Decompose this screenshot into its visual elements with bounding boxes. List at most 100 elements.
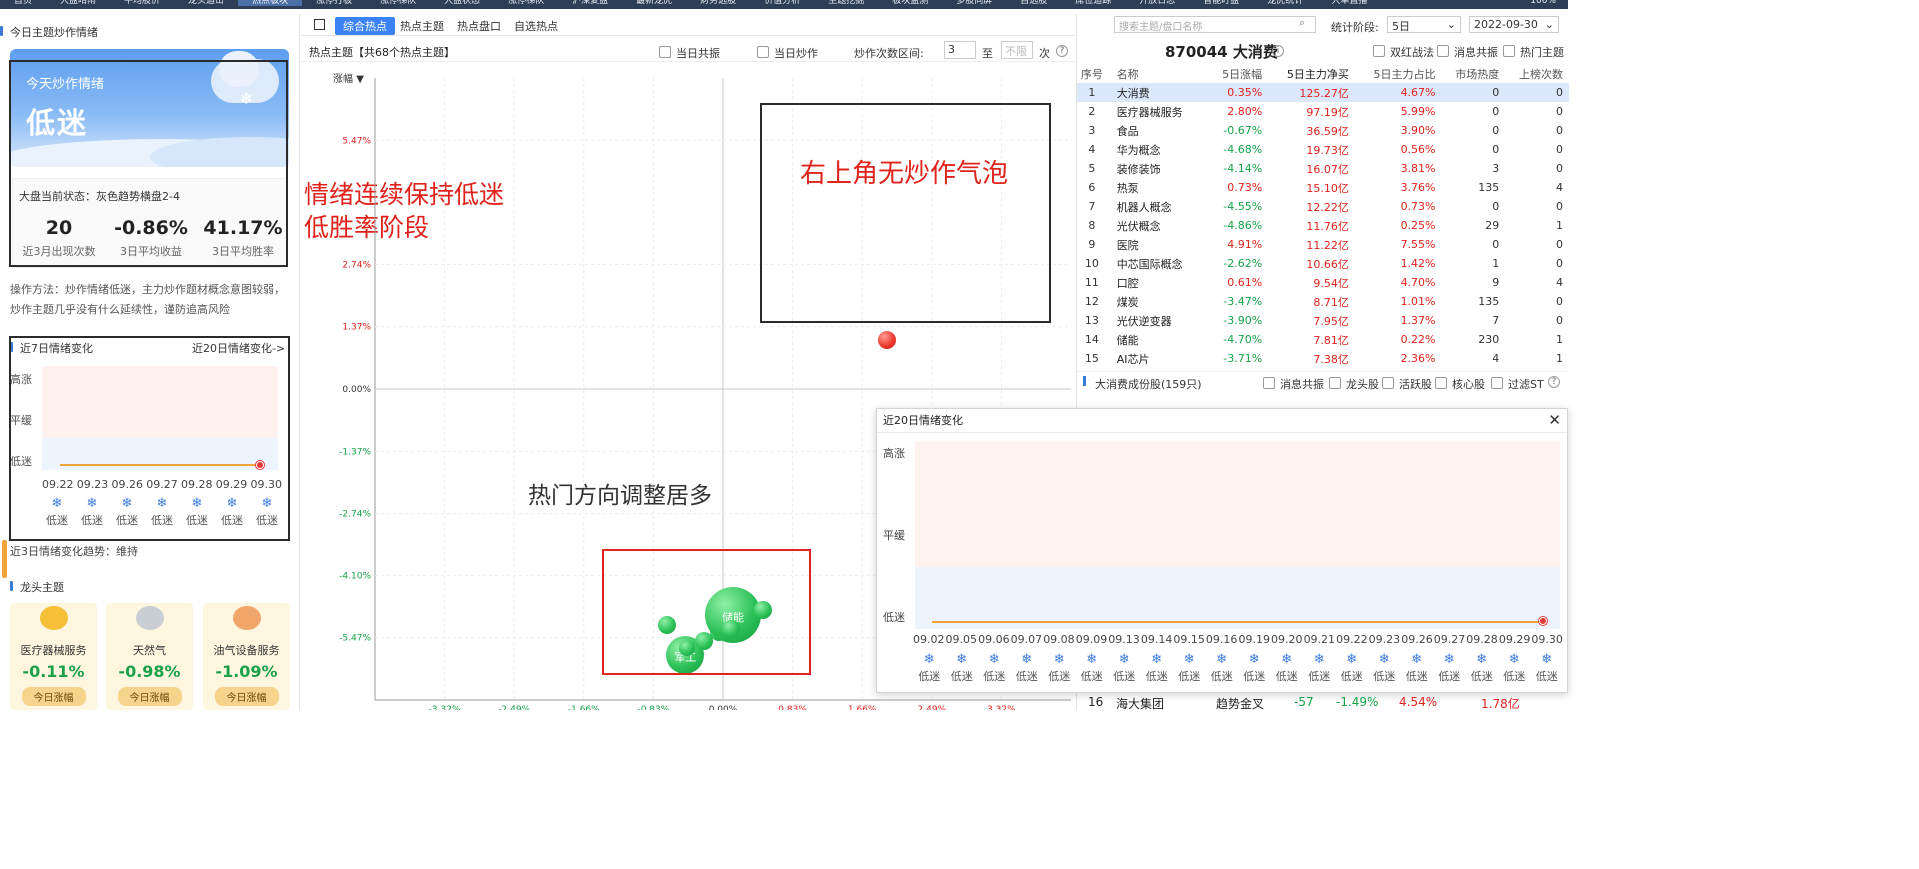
tab-overall-hot[interactable]: 综合热点 [335,17,395,35]
checkbox-double-red[interactable]: 双红战法 [1373,44,1434,60]
today-change-button[interactable]: 今日涨幅 [117,687,182,706]
table-row[interactable]: 11 口腔 0.61% 9.54亿 4.70% 9 4 [1077,273,1569,292]
dragon-card[interactable]: 油气设备服务 -1.09% 今日涨幅 [203,603,290,710]
nav-tab[interactable]: 智能盯盘 [1189,0,1253,6]
nav-tab[interactable]: 多股同屏 [942,0,1006,6]
table-row[interactable]: 4 华为概念 -4.68% 19.73亿 0.56% 0 0 [1077,140,1569,159]
table-row-bottom[interactable]: 16 海大集团 趋势金叉 -57 -1.49% 4.54% 1.78亿 [1076,695,1568,711]
column-header[interactable]: 序号 [1077,64,1113,83]
checkbox-dragon[interactable]: 龙头股 [1329,376,1379,392]
nav-tab[interactable]: 席位追踪 [1061,0,1125,6]
theme-bubble[interactable] [877,331,896,350]
table-row[interactable]: 10 中芯国际概念 -2.62% 10.66亿 1.42% 1 0 [1077,254,1569,273]
table-row[interactable]: 3 食品 -0.67% 36.59亿 3.90% 0 0 [1077,121,1569,140]
help-icon[interactable]: ? [1548,376,1560,388]
checkbox-core[interactable]: 核心股 [1435,376,1485,392]
nav-tab[interactable]: 财务选股 [686,0,750,6]
nav-tab[interactable]: 开放日志 [1125,0,1189,6]
column-header[interactable]: 市场热度 [1442,64,1506,83]
sort-dropdown[interactable]: 涨幅 ▼ [333,70,364,85]
range-to-input[interactable]: 不限 [1001,41,1033,59]
popup-band-low [915,567,1560,629]
table-cell: 11 [1084,276,1099,289]
side-handle[interactable] [2,540,7,578]
y-tick-label: 2.74% [342,260,371,270]
table-cell: 7 [1492,314,1500,327]
checkbox-news[interactable]: 消息共振 [1263,376,1324,392]
checkbox-hot-theme[interactable]: 热门主题 [1503,44,1564,60]
column-header[interactable]: 5日主力净买 [1268,64,1355,83]
close-icon[interactable]: ✕ [1548,411,1561,429]
table-row[interactable]: 8 光伏概念 -4.86% 11.76亿 0.25% 29 1 [1077,216,1569,235]
nav-tab[interactable]: 涨停梯队 [494,0,558,6]
nav-tab[interactable]: 大盘状态 [430,0,494,6]
dragon-card[interactable]: 医疗器械服务 -0.11% 今日涨幅 [10,603,97,710]
nav-tab[interactable]: 自选股 [1006,0,1061,6]
table-cell: 3.76% [1400,181,1436,194]
table-cell: 1 [1556,352,1563,365]
nav-tab[interactable]: 平均股价 [110,0,174,6]
search-input[interactable]: 搜索主题/盘口名称 [1114,16,1316,33]
checkbox-daily-hype[interactable]: 当日炒作 [757,45,818,61]
nav-tab[interactable]: 大盘晴雨 [46,0,110,6]
table-cell: 0 [1556,143,1563,156]
nav-tab[interactable]: 涨停梯队 [366,0,430,6]
nav-tab[interactable]: 首页 [0,0,46,6]
popup-date: 09.15 [1173,633,1205,646]
today-change-button[interactable]: 今日涨幅 [21,687,86,706]
checkbox-filter-st[interactable]: 过滤ST [1491,376,1544,392]
nav-tab[interactable]: 龙虎统计 [1253,0,1317,6]
table-cell: 1.01% [1400,295,1436,308]
table-row[interactable]: 5 装修装饰 -4.14% 16.07亿 3.81% 3 0 [1077,159,1569,178]
panel-toggle-icon[interactable] [314,19,325,30]
table-row[interactable]: 2 医疗器械服务 2.80% 97.19亿 5.99% 0 0 [1077,102,1569,121]
table-cell: 0 [1556,105,1563,118]
column-header[interactable]: 上榜次数 [1505,64,1569,83]
table-cell: 135 [1478,181,1500,194]
table-cell: 1 [1556,333,1563,346]
column-header[interactable]: 5日主力占比 [1355,64,1442,83]
nav-tab[interactable]: 涨停打板 [302,0,366,6]
popup-date: 09.27 [1433,633,1466,646]
table-row[interactable]: 9 医院 4.91% 11.22亿 7.55% 0 0 [1077,235,1569,254]
tab-hot-theme[interactable]: 热点主题 [392,17,452,35]
popup-state-label: 低迷 [918,670,941,683]
tab-self-hot[interactable]: 自选热点 [506,17,566,35]
checkbox-daily-resonance[interactable]: 当日共振 [659,45,720,61]
nav-tab[interactable]: 大单直播 [1317,0,1381,6]
table-row[interactable]: 7 机器人概念 -4.55% 12.22亿 0.73% 0 0 [1077,197,1569,216]
table-row[interactable]: 12 煤炭 -3.47% 8.71亿 1.01% 135 0 [1077,292,1569,311]
popup-state-label: 低迷 [1373,670,1396,683]
today-change-button[interactable]: 今日涨幅 [214,687,279,706]
column-header[interactable]: 5日涨幅 [1210,64,1269,83]
search-icon[interactable]: ⌕ [1299,16,1305,30]
help-icon[interactable]: ? [1056,45,1068,57]
table-cell: 7 [1088,200,1096,213]
nav-tab[interactable]: 沪深复盘 [558,0,622,6]
nav-tab[interactable]: 最新龙虎 [622,0,686,6]
dragon-name: 油气设备服务 [213,644,280,657]
date-picker[interactable]: 2022-09-30 ⌄ [1469,16,1559,33]
table-row[interactable]: 14 储能 -4.70% 7.81亿 0.22% 230 1 [1077,330,1569,349]
dragon-card[interactable]: 天然气 -0.98% 今日涨幅 [106,603,193,710]
nav-tab[interactable]: 板块监测 [878,0,942,6]
range-from-input[interactable]: 3 [944,41,976,59]
column-header[interactable]: 名称 [1113,64,1210,83]
info-icon[interactable]: i [1272,45,1284,57]
table-row[interactable]: 1 大消费 0.35% 125.27亿 4.67% 0 0 [1077,83,1569,102]
nav-tab[interactable]: 主题挖掘 [814,0,878,6]
nav-tab[interactable]: 价值分析 [750,0,814,6]
period-select[interactable]: 5日 ⌄ [1387,16,1461,33]
checkbox-news-resonance[interactable]: 消息共振 [1437,44,1498,60]
tab-hot-board[interactable]: 热点盘口 [449,17,509,35]
popup-state-label: 低迷 [1340,670,1363,683]
table-cell: 3 [1088,124,1096,137]
nav-tab[interactable]: 热点板块 [238,0,303,6]
table-row[interactable]: 15 AI芯片 -3.71% 7.38亿 2.36% 4 1 [1077,349,1569,368]
table-cell: 6 [1088,181,1096,194]
table-row[interactable]: 13 光伏逆变器 -3.90% 7.95亿 1.37% 7 0 [1077,311,1569,330]
zoom-level[interactable]: 100% [1530,0,1556,6]
checkbox-active[interactable]: 活跃股 [1382,376,1432,392]
table-row[interactable]: 6 热泵 0.73% 15.10亿 3.76% 135 4 [1077,178,1569,197]
nav-tab[interactable]: 龙头追击 [174,0,238,6]
